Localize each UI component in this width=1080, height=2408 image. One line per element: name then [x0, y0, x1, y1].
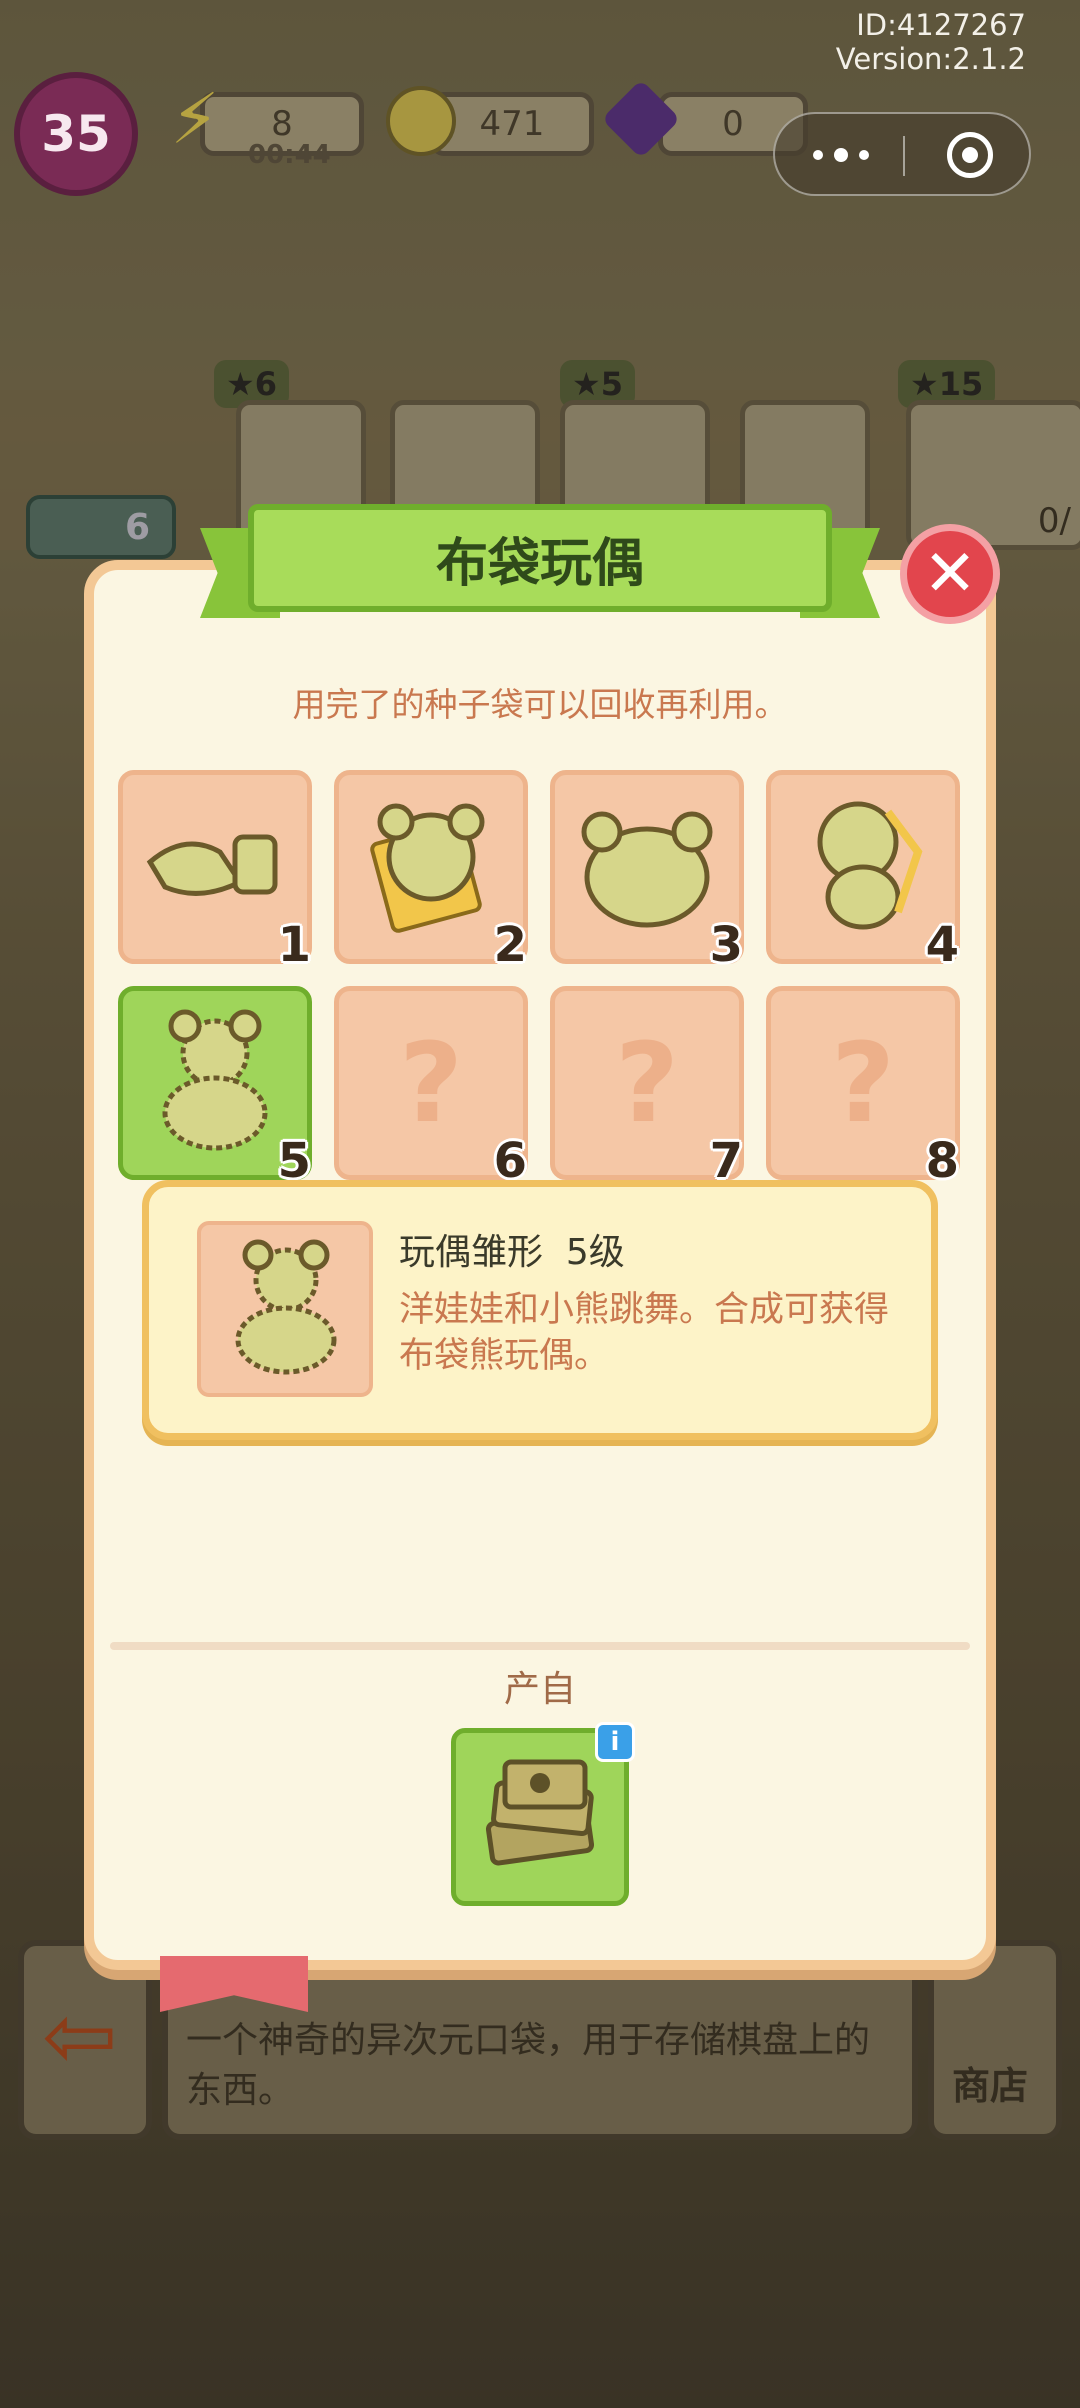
bear-head-icon — [581, 811, 713, 928]
stage-number: 2 — [493, 917, 527, 973]
close-icon: ✕ — [923, 537, 977, 611]
chain-stage-tile[interactable]: 4 — [766, 770, 960, 973]
more-options-button[interactable] — [813, 140, 869, 170]
miniprogram-close-button[interactable] — [947, 132, 993, 178]
cloth-roll-icon — [146, 834, 278, 896]
dialog-close-button[interactable]: ✕ — [900, 524, 1000, 624]
chain-stage-tile-selected[interactable]: 5 — [118, 986, 312, 1189]
lightning-icon: ⚡ — [170, 78, 220, 160]
energy-timer: 00:44 — [248, 140, 331, 170]
coin-value: 471 — [479, 104, 545, 144]
source-label: 产自 — [503, 1669, 576, 1710]
chain-hint-text: 用完了的种子袋可以回收再利用。 — [292, 685, 788, 724]
bear-doll-prototype-icon — [162, 1009, 268, 1151]
coin-icon — [386, 86, 456, 156]
build-info: ID:4127267 Version:2.1.2 — [836, 8, 1026, 76]
item-detail-title: 玩偶雏形 5级 — [399, 1232, 625, 1273]
divider — [110, 1642, 970, 1650]
item-detail-description: 洋娃娃和小熊跳舞。合成可获得布袋熊玩偶。 — [399, 1290, 890, 1376]
chain-stage-tile[interactable]: 3 — [550, 770, 744, 973]
stage-number: 4 — [925, 917, 959, 973]
item-detail-image — [197, 1221, 373, 1397]
stage-number: 1 — [277, 917, 311, 973]
stage-number: 8 — [925, 1133, 959, 1189]
cut-bear-pattern-icon — [370, 803, 485, 933]
item-detail-card: 玩偶雏形 5级 洋娃娃和小熊跳舞。合成可获得布袋熊玩偶。 — [142, 1180, 938, 1440]
version-text: Version:2.1.2 — [835, 42, 1026, 76]
stage-number: 3 — [709, 917, 743, 973]
capsule-divider — [903, 136, 905, 176]
player-id: ID:4127267 — [856, 8, 1026, 42]
chain-stage-tile[interactable]: 2 — [334, 770, 528, 973]
player-level-badge[interactable]: 35 — [14, 72, 138, 196]
chain-stage-tile[interactable]: 1 — [118, 770, 312, 973]
chain-stage-tile-locked[interactable]: ? 7 — [550, 986, 744, 1189]
gem-value: 0 — [722, 104, 744, 144]
energy-value: 8 — [271, 104, 293, 144]
bear-doll-prototype-icon — [235, 1239, 337, 1375]
chain-stage-tile-locked[interactable]: ? 6 — [334, 986, 528, 1189]
seed-bag-stack-icon — [485, 1759, 595, 1866]
miniprogram-capsule — [773, 112, 1031, 196]
chain-stage-tile-locked[interactable]: ? 8 — [766, 986, 960, 1189]
info-icon[interactable]: i — [595, 1722, 635, 1762]
dialog-title-ribbon: 布袋玩偶 — [200, 504, 880, 622]
player-level: 35 — [41, 105, 111, 163]
dialog-title: 布袋玩偶 — [435, 533, 644, 594]
sewing-bear-icon — [817, 801, 923, 930]
